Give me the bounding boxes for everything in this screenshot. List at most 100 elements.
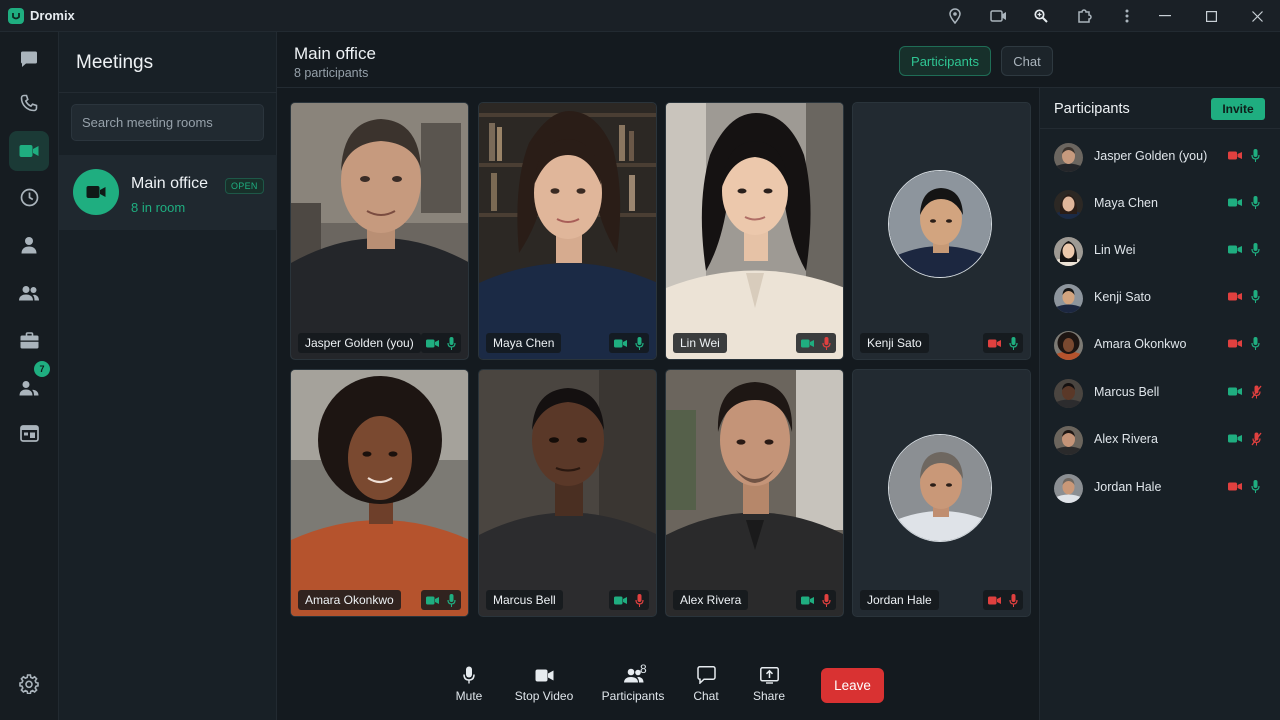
rail-item-settings[interactable] — [9, 664, 49, 704]
tile-status — [983, 590, 1023, 610]
participants-button[interactable]: 8 Participants — [600, 662, 666, 707]
share-label: Share — [752, 689, 786, 703]
zoom-icon[interactable] — [1030, 0, 1052, 32]
camera-off-icon — [1228, 339, 1242, 348]
participant-name: Alex Rivera — [1094, 432, 1158, 446]
video-tile[interactable]: Jordan Hale — [852, 369, 1031, 617]
mic-off-icon — [822, 336, 831, 350]
tab-chat[interactable]: Chat — [1001, 46, 1053, 76]
tile-name: Alex Rivera — [673, 590, 749, 610]
meetings-title: Meetings — [76, 52, 154, 73]
video-feed — [291, 103, 468, 359]
tile-name: Marcus Bell — [486, 590, 563, 610]
mic-on-icon — [1251, 243, 1260, 256]
rail-item-calendar[interactable] — [9, 413, 49, 453]
camera-on-icon — [426, 339, 439, 347]
camera-on-icon — [614, 596, 627, 604]
more-vertical-icon[interactable] — [1116, 0, 1138, 32]
video-tile[interactable]: Marcus Bell — [478, 369, 657, 617]
search-input[interactable] — [71, 104, 264, 141]
room-count: 8 in room — [131, 200, 186, 215]
stop-video-button[interactable]: Stop Video — [512, 665, 576, 707]
camera-on-icon — [801, 339, 814, 347]
rail-item-history[interactable] — [9, 177, 49, 217]
tile-status — [609, 333, 649, 353]
person-icon — [21, 237, 37, 254]
minimize-button[interactable] — [1142, 0, 1188, 32]
participants-title: Participants — [1054, 101, 1130, 117]
tile-name: Jasper Golden (you) — [298, 333, 421, 353]
share-screen-icon — [759, 666, 779, 684]
tab-participants[interactable]: Participants — [899, 46, 991, 76]
avatar — [1054, 379, 1083, 408]
camera-off-icon — [1228, 482, 1242, 491]
avatar — [1054, 237, 1083, 266]
mic-on-icon — [1251, 149, 1260, 162]
participant-name: Amara Okonkwo — [1094, 337, 1187, 351]
tile-name: Lin Wei — [673, 333, 727, 353]
mic-off-icon — [822, 593, 831, 607]
video-tile[interactable]: Jasper Golden (you) — [290, 102, 469, 360]
tile-name: Kenji Sato — [860, 333, 929, 353]
participant-row[interactable]: Kenji Sato — [1040, 278, 1280, 318]
notification-badge: 7 — [34, 361, 50, 377]
share-button[interactable]: Share — [752, 665, 786, 707]
rail-item-chat[interactable] — [9, 39, 49, 79]
participant-row[interactable]: Jasper Golden (you) — [1040, 137, 1280, 177]
close-button[interactable] — [1234, 0, 1280, 32]
participant-name: Lin Wei — [1094, 243, 1136, 257]
maximize-button[interactable] — [1188, 0, 1234, 32]
participant-name: Maya Chen — [1094, 196, 1158, 210]
gear-icon — [19, 674, 39, 694]
tile-status — [421, 333, 461, 353]
participant-row[interactable]: Alex Rivera — [1040, 420, 1280, 460]
mic-on-icon — [1251, 337, 1260, 350]
room-item[interactable]: Main office OPEN 8 in room — [59, 155, 277, 230]
title-bar: Dromix — [0, 0, 1280, 32]
briefcase-icon — [20, 331, 38, 348]
mic-on-icon — [1251, 480, 1260, 493]
video-tile[interactable]: Lin Wei — [665, 102, 844, 360]
chat-button[interactable]: Chat — [690, 665, 722, 707]
status-badge: OPEN — [225, 178, 264, 194]
camera-on-icon — [1228, 434, 1242, 443]
participant-row[interactable]: Lin Wei — [1040, 231, 1280, 271]
mute-button[interactable]: Mute — [450, 665, 488, 707]
video-tile[interactable]: Alex Rivera — [665, 369, 844, 617]
chat-label: Chat — [693, 689, 719, 703]
video-tile[interactable]: Amara Okonkwo — [290, 369, 469, 617]
people-badge-icon — [19, 381, 39, 396]
video-icon[interactable] — [987, 0, 1009, 32]
camera-on-icon — [1228, 245, 1242, 254]
avatar — [1054, 190, 1083, 219]
participant-row[interactable]: Amara Okonkwo — [1040, 325, 1280, 365]
camera-on-icon — [1228, 387, 1242, 396]
invite-button[interactable]: Invite — [1211, 98, 1265, 120]
camera-on-icon — [426, 596, 439, 604]
mic-icon — [463, 666, 475, 684]
rail-item-requests[interactable]: 7 — [9, 361, 50, 408]
participant-row[interactable]: Maya Chen — [1040, 184, 1280, 224]
rail-item-groups[interactable] — [9, 273, 49, 313]
tile-status — [421, 590, 461, 610]
rail-item-contacts[interactable] — [9, 225, 49, 265]
participant-row[interactable]: Jordan Hale — [1040, 468, 1280, 508]
phone-icon — [20, 94, 38, 112]
page-subtitle: 8 participants — [294, 66, 369, 80]
tile-status — [796, 333, 836, 353]
extension-icon[interactable] — [1073, 0, 1095, 32]
video-feed — [479, 103, 656, 359]
video-icon — [535, 669, 553, 681]
rail-item-calls[interactable] — [9, 83, 49, 123]
tile-name: Maya Chen — [486, 333, 562, 353]
mic-on-icon — [635, 336, 644, 350]
participant-name: Kenji Sato — [1094, 290, 1151, 304]
rail-item-meetings[interactable] — [9, 131, 49, 171]
rail-item-work[interactable] — [9, 320, 49, 360]
participant-row[interactable]: Marcus Bell — [1040, 373, 1280, 413]
video-tile[interactable]: Maya Chen — [478, 102, 657, 360]
leave-button[interactable]: Leave — [821, 668, 884, 703]
video-tile[interactable]: Kenji Sato — [852, 102, 1031, 360]
camera-on-icon — [801, 596, 814, 604]
location-pin-icon[interactable] — [944, 0, 966, 32]
